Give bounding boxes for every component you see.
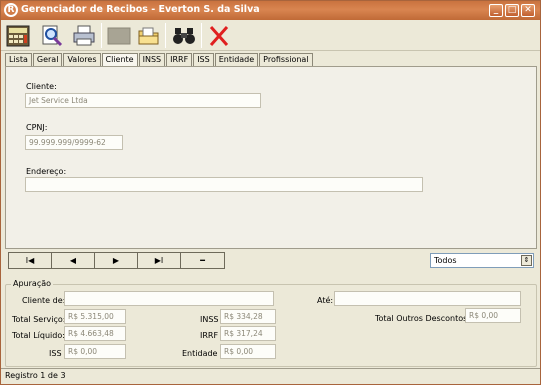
inss-label: INSS (200, 315, 219, 324)
window-title: Gerenciador de Recibos - Everton S. da S… (21, 4, 260, 15)
search-doc-icon[interactable] (39, 23, 65, 48)
close-red-icon[interactable] (206, 23, 232, 48)
next-record-button[interactable]: ▶ (94, 252, 138, 269)
chevron-updown-icon[interactable]: ⇕ (521, 255, 532, 266)
tab-iss[interactable]: ISS (193, 53, 214, 66)
record-navigator: I◀ ◀ ▶ ▶I ━ (8, 252, 268, 269)
total-servico-field[interactable]: R$ 5.315,00 (64, 309, 126, 324)
tab-irrf[interactable]: IRRF (166, 53, 193, 66)
cpnj-field[interactable]: 99.999.999/9999-62 (25, 135, 123, 150)
delete-record-button[interactable]: ━ (180, 252, 225, 269)
first-record-button[interactable]: I◀ (8, 252, 52, 269)
cliente-field[interactable]: Jet Service Ltda (25, 93, 261, 108)
tab-geral[interactable]: Geral (32, 53, 63, 66)
toolbar-separator (201, 23, 202, 48)
inss-field[interactable]: R$ 334,28 (220, 309, 276, 324)
ate-label: Até: (317, 296, 334, 305)
maximize-button[interactable]: □ (505, 4, 519, 17)
binoculars-icon[interactable] (171, 23, 197, 48)
tab-profissional[interactable]: Profissional (259, 53, 313, 66)
folder-icon[interactable] (136, 23, 162, 48)
cliente-panel: Cliente: Jet Service Ltda CPNJ: 99.999.9… (5, 66, 537, 249)
minimize-button[interactable]: _ (489, 4, 503, 17)
toolbar-separator (165, 23, 166, 48)
calculator-icon[interactable] (5, 23, 31, 48)
tab-strip: Lista Geral Valores Cliente INSS IRRF IS… (5, 53, 314, 67)
cliente-de-label: Cliente de: (22, 296, 66, 305)
endereco-label: Endereço: (26, 167, 67, 176)
status-text: Registro 1 de 3 (5, 371, 66, 380)
toolbar-separator (101, 23, 102, 48)
tab-inss[interactable]: INSS (138, 53, 166, 66)
print-icon[interactable] (71, 23, 97, 48)
iss-field[interactable]: R$ 0,00 (64, 344, 126, 359)
endereco-field[interactable] (25, 177, 423, 192)
blank-icon[interactable] (106, 23, 132, 48)
outros-descontos-label: Total Outros Descontos: (375, 314, 470, 323)
app-icon: R (4, 3, 18, 17)
filter-select-value: Todos (434, 256, 457, 265)
status-bar: Registro 1 de 3 (1, 368, 540, 384)
tab-cliente[interactable]: Cliente (101, 53, 138, 67)
toolbar (1, 20, 540, 51)
cpnj-label: CPNJ: (26, 123, 48, 132)
outros-descontos-field[interactable]: R$ 0,00 (465, 308, 521, 323)
title-bar: R Gerenciador de Recibos - Everton S. da… (1, 1, 540, 20)
total-servico-label: Total Serviço: (12, 315, 66, 324)
irrf-field[interactable]: R$ 317,24 (220, 326, 276, 341)
cliente-de-field[interactable] (64, 291, 274, 306)
entidade-label: Entidade (182, 349, 218, 358)
cliente-label: Cliente: (26, 82, 57, 91)
tab-lista[interactable]: Lista (5, 53, 32, 66)
total-liquido-field[interactable]: R$ 4.663,48 (64, 326, 126, 341)
main-window: R Gerenciador de Recibos - Everton S. da… (0, 0, 541, 385)
filter-select[interactable]: Todos ⇕ (430, 253, 534, 268)
iss-label: ISS (49, 349, 62, 358)
tab-valores[interactable]: Valores (63, 53, 101, 66)
close-button[interactable]: ✕ (521, 4, 535, 17)
irrf-label: IRRF (200, 331, 219, 340)
apuracao-title: Apuração (11, 279, 54, 288)
total-liquido-label: Total Líquido: (12, 331, 65, 340)
last-record-button[interactable]: ▶I (137, 252, 181, 269)
tab-entidade[interactable]: Entidade (214, 53, 259, 66)
entidade-field[interactable]: R$ 0,00 (220, 344, 276, 359)
prev-record-button[interactable]: ◀ (51, 252, 95, 269)
ate-field[interactable] (334, 291, 521, 306)
